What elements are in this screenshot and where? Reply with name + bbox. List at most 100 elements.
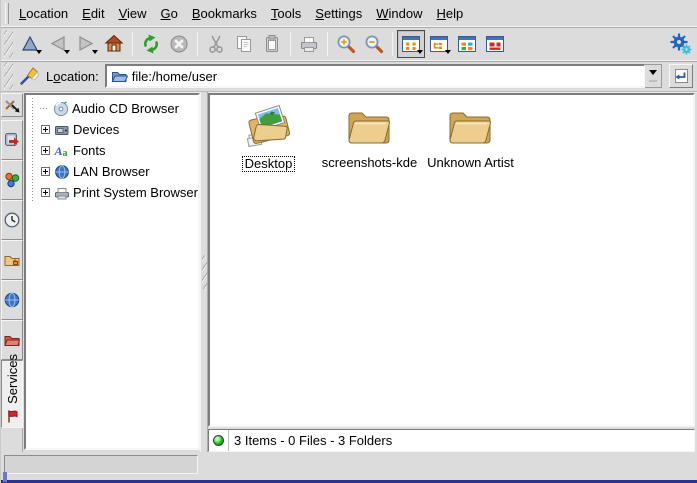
location-combobox: file:/home/user [105, 64, 662, 88]
toolbar-separator [327, 32, 328, 56]
tree-item-label: Print System Browser [73, 185, 198, 200]
kde-logo-button[interactable] [667, 30, 695, 58]
paste-button[interactable] [258, 30, 286, 58]
image-view-button[interactable] [481, 30, 509, 58]
clear-location-button[interactable] [16, 63, 42, 89]
configure-sidebar-button[interactable] [1, 93, 23, 117]
stop-button[interactable] [165, 30, 193, 58]
menubar-handle[interactable] [5, 3, 9, 24]
menu-location[interactable]: Location [12, 3, 75, 24]
bottom-edge [1, 478, 697, 483]
zoom-in-icon [335, 33, 357, 55]
menubar: Location Edit View Go Bookmarks Tools Se… [1, 0, 697, 27]
home-icon [103, 33, 125, 55]
print-button[interactable] [295, 30, 323, 58]
multicolumn-view-button[interactable] [453, 30, 481, 58]
tree-item-devices[interactable]: Devices [27, 119, 197, 140]
copy-icon [233, 33, 255, 55]
progress-bar [4, 455, 198, 474]
icon-view-panel[interactable]: Desktop screenshots-kde [208, 93, 695, 427]
toolbar-separator [392, 32, 393, 56]
expand-toggle[interactable] [41, 125, 50, 134]
file-unknown-artist[interactable]: Unknown Artist [420, 101, 521, 170]
tree-item-label: Devices [73, 122, 119, 137]
menu-view[interactable]: View [112, 3, 154, 24]
menu-help[interactable]: Help [430, 3, 471, 24]
location-toolbar: Location: file:/home/user [1, 61, 697, 92]
tree-item-label: Fonts [73, 143, 106, 158]
toolbar-separator [197, 32, 198, 56]
printer-icon [53, 184, 70, 201]
go-button[interactable] [669, 64, 693, 88]
forward-button[interactable] [72, 30, 100, 58]
sidebar-tab-bookmarks[interactable] [1, 120, 23, 160]
zoom-in-button[interactable] [332, 30, 360, 58]
location-value: file:/home/user [132, 69, 217, 84]
zoom-out-button[interactable] [360, 30, 388, 58]
dropdown-caret-icon [445, 50, 451, 57]
dropdown-underline [649, 80, 657, 82]
toolbar-handle[interactable] [4, 30, 13, 58]
multicolumn-view-icon [456, 33, 478, 55]
home-button[interactable] [100, 30, 128, 58]
expand-toggle[interactable] [41, 167, 50, 176]
kde-gear-icon [669, 32, 693, 56]
dropdown-caret-icon [92, 50, 98, 57]
panel-splitter[interactable] [200, 92, 208, 452]
tree-item-lan-browser[interactable]: LAN Browser [27, 161, 197, 182]
up-button[interactable] [16, 30, 44, 58]
sidebar-tab-services[interactable]: Services [1, 360, 23, 428]
fonts-icon: A a [53, 142, 70, 159]
cut-button[interactable] [202, 30, 230, 58]
splitter-grip-icon [202, 255, 207, 289]
home-folder-icon [3, 251, 21, 269]
file-desktop[interactable]: Desktop [218, 101, 319, 172]
menu-bookmarks[interactable]: Bookmarks [185, 3, 264, 24]
svg-text:A: A [54, 144, 63, 158]
menu-tools[interactable]: Tools [264, 3, 308, 24]
configure-tools-icon [3, 96, 21, 114]
view-statusbar: 3 Items - 0 Files - 3 Folders [208, 429, 695, 452]
tree-guide [27, 140, 37, 161]
file-label: Unknown Artist [427, 156, 514, 170]
clock-icon [3, 211, 21, 229]
expand-toggle[interactable] [41, 188, 50, 197]
back-button[interactable] [44, 30, 72, 58]
file-label: Desktop [242, 156, 296, 172]
menu-go[interactable]: Go [154, 3, 185, 24]
sidebar-tab-applications[interactable] [1, 160, 23, 200]
desktop-folder-icon [243, 101, 295, 153]
red-flag-icon [4, 408, 20, 424]
sidebar-tab-home-folder[interactable] [1, 240, 23, 280]
sidebar-tab-history[interactable] [1, 200, 23, 240]
window-statusbar [1, 452, 697, 478]
file-screenshots-kde[interactable]: screenshots-kde [319, 101, 420, 170]
expand-toggle[interactable] [41, 146, 50, 155]
tree-guide [27, 182, 37, 203]
image-view-icon [484, 33, 506, 55]
location-toolbar-handle[interactable] [4, 62, 13, 90]
location-dropdown-button[interactable] [645, 64, 662, 88]
file-label: screenshots-kde [322, 156, 417, 170]
location-input[interactable]: file:/home/user [105, 64, 645, 88]
tree-view-button[interactable] [425, 30, 453, 58]
paste-icon [261, 33, 283, 55]
menu-settings[interactable]: Settings [308, 3, 369, 24]
corner-mark [3, 472, 7, 482]
tree-item-fonts[interactable]: A a Fonts [27, 140, 197, 161]
progress-area [1, 452, 203, 478]
toolbar-separator [132, 32, 133, 56]
tree-guide [27, 119, 37, 140]
reload-button[interactable] [137, 30, 165, 58]
colored-balls-icon [3, 171, 21, 189]
menu-window[interactable]: Window [369, 3, 429, 24]
sidebar-tab-network[interactable] [1, 280, 23, 320]
menu-edit[interactable]: Edit [75, 3, 111, 24]
status-led-icon [213, 435, 224, 446]
icon-view-button[interactable] [397, 30, 425, 58]
tree-item-audio-cd-browser[interactable]: Audio CD Browser [27, 98, 197, 119]
print-icon [298, 33, 320, 55]
dropdown-caret-icon [36, 50, 42, 57]
tree-item-print-system-browser[interactable]: Print System Browser [27, 182, 197, 203]
copy-button[interactable] [230, 30, 258, 58]
